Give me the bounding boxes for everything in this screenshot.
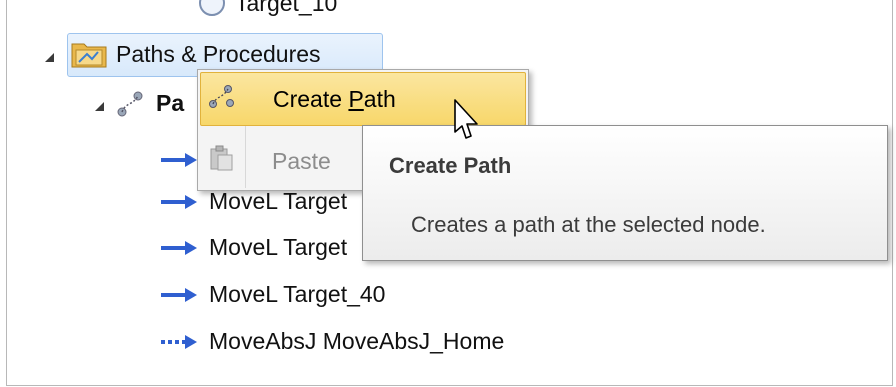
expander-expanded-icon[interactable] bbox=[45, 52, 54, 62]
tree-node-label: MoveL Target bbox=[209, 188, 348, 214]
tree-node-label: MoveAbsJ MoveAbsJ_Home bbox=[209, 328, 505, 354]
tooltip-description: Creates a path at the selected node. bbox=[411, 212, 766, 237]
target-icon bbox=[199, 0, 225, 16]
tooltip: Create Path Creates a path at the select… bbox=[362, 125, 888, 261]
menu-item-label: Paste bbox=[272, 147, 331, 174]
tree-node-path[interactable]: Pa bbox=[95, 88, 184, 118]
movel-arrow-icon bbox=[161, 287, 197, 302]
tree-node-label: MoveL Target bbox=[209, 234, 348, 260]
tree-node-instruction[interactable]: MoveL Target bbox=[159, 188, 347, 215]
path-icon bbox=[117, 91, 143, 117]
tree-node-target[interactable]: Target_10 bbox=[197, 0, 337, 18]
movel-arrow-icon bbox=[161, 194, 197, 209]
mouse-pointer-icon bbox=[454, 99, 478, 139]
moveabsj-arrow-icon bbox=[161, 334, 197, 349]
menu-item-label: Create Path bbox=[273, 85, 396, 112]
movel-arrow-icon bbox=[161, 152, 197, 167]
paste-icon bbox=[210, 145, 233, 171]
tree-node-label: Paths & Procedures bbox=[116, 40, 321, 67]
tree-node-label: Pa bbox=[156, 89, 185, 116]
tree-node-paths-procedures[interactable]: Paths & Procedures bbox=[45, 40, 321, 68]
expander-expanded-icon[interactable] bbox=[95, 101, 104, 111]
folder-icon bbox=[71, 43, 107, 68]
tree-node-instruction[interactable]: MoveAbsJ MoveAbsJ_Home bbox=[159, 328, 504, 355]
movel-arrow-icon bbox=[161, 240, 197, 255]
tree-node-instruction[interactable]: MoveL Target bbox=[159, 234, 347, 261]
tree-node-label: Target_10 bbox=[235, 0, 338, 16]
tree-node-label: MoveL Target_40 bbox=[209, 281, 386, 307]
tree-node-instruction[interactable]: MoveL Target_40 bbox=[159, 281, 385, 308]
tooltip-title: Create Path bbox=[389, 153, 512, 178]
path-icon bbox=[209, 85, 234, 108]
